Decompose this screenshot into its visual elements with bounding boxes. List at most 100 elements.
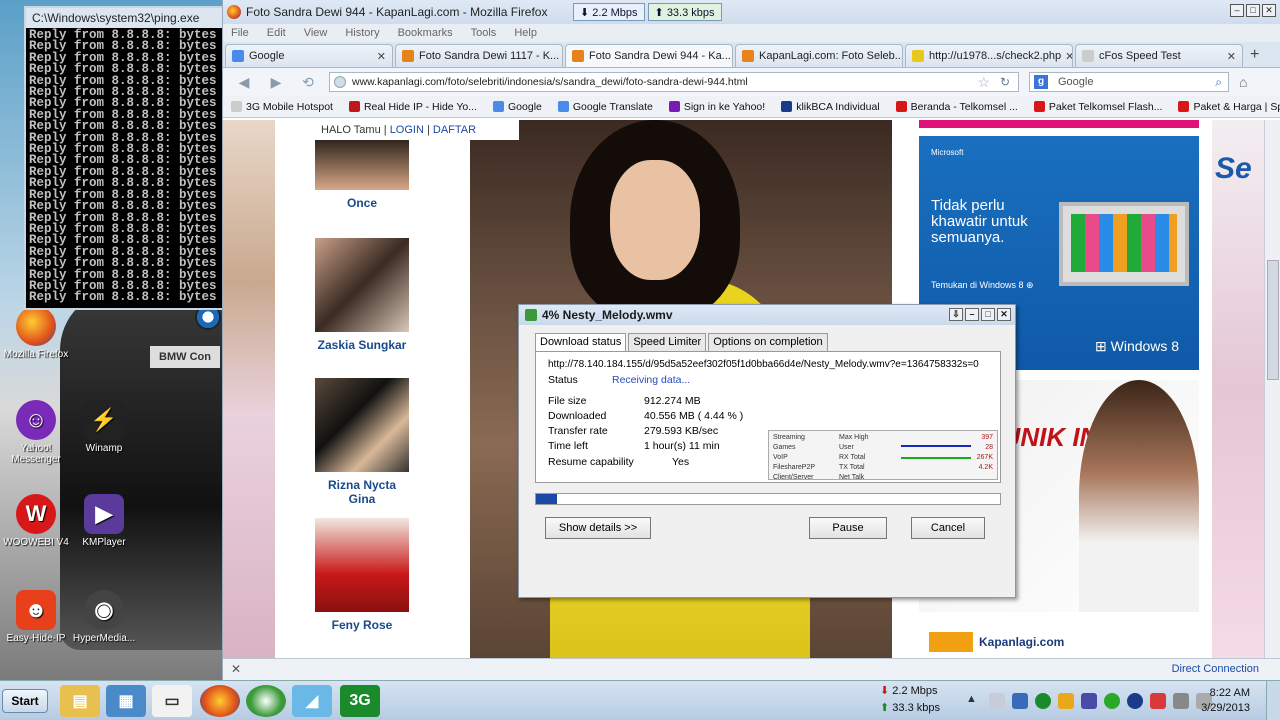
desktop-icon-hypermedia[interactable]: ◉ HyperMedia... [68, 590, 140, 644]
celebrity-name[interactable]: Zaskia Sungkar [315, 338, 409, 352]
3g-taskbar-icon[interactable]: 3G [340, 685, 380, 717]
bookmark-item[interactable]: Paket Telkomsel Flash... [1033, 101, 1162, 113]
browser-tab[interactable]: KapanLagi.com: Foto Seleb...✕ [735, 44, 903, 67]
pin-button[interactable]: ⇩ [949, 308, 963, 321]
desktop-icon-winamp[interactable]: ⚡ Winamp [68, 400, 140, 454]
control-panel-taskbar-icon[interactable]: ▦ [106, 685, 146, 717]
idm-taskbar-icon[interactable] [246, 685, 286, 717]
desktop-icon-easyhide[interactable]: ☻ Easy-Hide-IP [0, 590, 72, 644]
tab-close-icon[interactable]: ✕ [373, 50, 386, 63]
maximize-button[interactable]: □ [981, 308, 995, 321]
new-tab-plus-icon[interactable]: + [1250, 46, 1270, 64]
back-arrow-icon[interactable]: ◀ [233, 74, 255, 91]
show-desktop-button[interactable] [1266, 681, 1280, 720]
browser-tab[interactable]: Google ✕ [225, 44, 393, 67]
login-link[interactable]: LOGIN [390, 124, 424, 136]
celebrity-name[interactable]: Once [315, 196, 409, 210]
bookmark-item[interactable]: 3G Mobile Hotspot [231, 101, 333, 113]
history-icon[interactable]: ⟲ [297, 74, 319, 91]
browser-tab[interactable]: http://u1978...s/check2.php✕ [905, 44, 1073, 67]
close-icon[interactable]: ✕ [231, 662, 241, 676]
chevron-up-icon[interactable]: ▲ [966, 693, 982, 709]
close-button[interactable]: ✕ [1262, 4, 1276, 17]
celebrity-card[interactable]: Rizna Nycta Gina [315, 378, 409, 506]
forward-arrow-icon[interactable]: ▶ [265, 74, 287, 91]
menu-help[interactable]: Help [514, 27, 537, 39]
tab-close-icon[interactable]: ✕ [559, 50, 562, 63]
minimize-button[interactable]: – [965, 308, 979, 321]
celebrity-card[interactable]: Feny Rose [315, 518, 409, 632]
bookmark-item[interactable]: Google [493, 101, 542, 113]
kapanlagi-logo[interactable]: Kapanlagi.com [929, 632, 1064, 652]
minimize-button[interactable]: – [1230, 4, 1244, 17]
celebrity-card[interactable]: Zaskia Sungkar [315, 238, 409, 352]
tray-icon-6[interactable] [1104, 693, 1120, 709]
celebrity-card[interactable]: Once [315, 138, 409, 210]
tab-close-icon[interactable]: ✕ [1223, 50, 1236, 63]
app-taskbar-icon[interactable]: ◢ [292, 685, 332, 717]
ping-console-window[interactable]: C:\Windows\system32\ping.exe Reply from … [24, 6, 224, 310]
celebrity-photo[interactable] [315, 518, 409, 612]
tray-icon-8[interactable] [1150, 693, 1166, 709]
tray-icon-7[interactable] [1127, 693, 1143, 709]
celebrity-photo[interactable] [315, 378, 409, 472]
scrollbar-thumb[interactable] [1267, 260, 1279, 380]
celebrity-photo[interactable] [315, 138, 409, 190]
bookmark-star-icon[interactable]: ☆ [977, 74, 990, 91]
bookmark-item[interactable]: Paket & Harga | Spee... [1178, 101, 1280, 113]
desktop-icon-kmplayer[interactable]: ▶ KMPlayer [68, 494, 140, 548]
menu-tools[interactable]: Tools [471, 27, 497, 39]
tab-speed-limiter[interactable]: Speed Limiter [628, 333, 707, 351]
bookmark-item[interactable]: Real Hide IP - Hide Yo... [348, 101, 477, 113]
show-details-button[interactable]: Show details >> [545, 517, 651, 539]
search-icon[interactable]: ⌕ [1215, 75, 1222, 90]
menu-history[interactable]: History [345, 27, 379, 39]
reload-icon[interactable]: ↻ [1000, 75, 1010, 89]
vertical-scrollbar[interactable] [1264, 120, 1280, 658]
tray-icon-1[interactable] [989, 693, 1005, 709]
register-link[interactable]: DAFTAR [433, 124, 476, 136]
close-button[interactable]: ✕ [997, 308, 1011, 321]
start-button[interactable]: Start [2, 689, 48, 713]
desktop-icon-firefox[interactable]: Mozilla Firefox [0, 306, 72, 360]
menu-bookmarks[interactable]: Bookmarks [398, 27, 453, 39]
bookmark-item[interactable]: klikBCA Individual [781, 101, 880, 113]
menu-file[interactable]: File [231, 27, 249, 39]
cancel-button[interactable]: Cancel [911, 517, 985, 539]
home-icon[interactable]: ⌂ [1239, 74, 1247, 90]
desktop-icon-yahoo[interactable]: ☺ Yahoo! Messenger [0, 400, 72, 465]
up-arrow-icon: ⬆ [880, 702, 890, 714]
browser-tab[interactable]: Foto Sandra Dewi 1117 - K...✕ [395, 44, 563, 67]
tray-icon-3[interactable] [1035, 693, 1051, 709]
url-bar[interactable]: www.kapanlagi.com/foto/selebriti/indones… [329, 72, 1019, 92]
tray-icon-2[interactable] [1012, 693, 1028, 709]
menu-view[interactable]: View [304, 27, 328, 39]
menu-edit[interactable]: Edit [267, 27, 286, 39]
celebrity-name[interactable]: Feny Rose [315, 618, 409, 632]
notepad-taskbar-icon[interactable]: ▭ [152, 685, 192, 717]
download-dialog[interactable]: 4% Nesty_Melody.wmv ⇩ – □ ✕ Download sta… [518, 304, 1016, 598]
celebrity-photo[interactable] [315, 238, 409, 332]
browser-tab[interactable]: cFos Speed Test ✕ [1075, 44, 1243, 67]
tray-icon-5[interactable] [1081, 693, 1097, 709]
ad-banner-strip[interactable] [919, 120, 1199, 128]
bookmark-item[interactable]: Google Translate [557, 101, 653, 113]
pause-button[interactable]: Pause [809, 517, 887, 539]
tab-close-icon[interactable]: ✕ [1061, 50, 1072, 63]
network-icon[interactable] [1173, 693, 1189, 709]
tray-clock[interactable]: 8:22 AM 3/29/2013 [1201, 686, 1250, 716]
search-box[interactable]: g Google ⌕ [1029, 72, 1229, 92]
tab-close-icon[interactable]: ✕ [731, 50, 732, 63]
ad-cta[interactable]: Temukan di Windows 8 ⊕ [931, 280, 1034, 291]
celebrity-name[interactable]: Rizna Nycta Gina [315, 478, 409, 506]
bookmark-item[interactable]: Beranda - Telkomsel ... [895, 101, 1018, 113]
desktop-icon-woowebi[interactable]: W WOOWEBI V4 [0, 494, 72, 548]
tray-icon-4[interactable] [1058, 693, 1074, 709]
tab-download-status[interactable]: Download status [535, 333, 627, 351]
bookmark-item[interactable]: Sign in ke Yahoo! [668, 101, 765, 113]
maximize-button[interactable]: □ [1246, 4, 1260, 17]
firefox-taskbar-icon[interactable] [200, 685, 240, 717]
tab-options-on-completion[interactable]: Options on completion [708, 333, 828, 351]
browser-tab[interactable]: Foto Sandra Dewi 944 - Ka...✕ [565, 44, 733, 67]
explorer-taskbar-icon[interactable]: ▤ [60, 685, 100, 717]
